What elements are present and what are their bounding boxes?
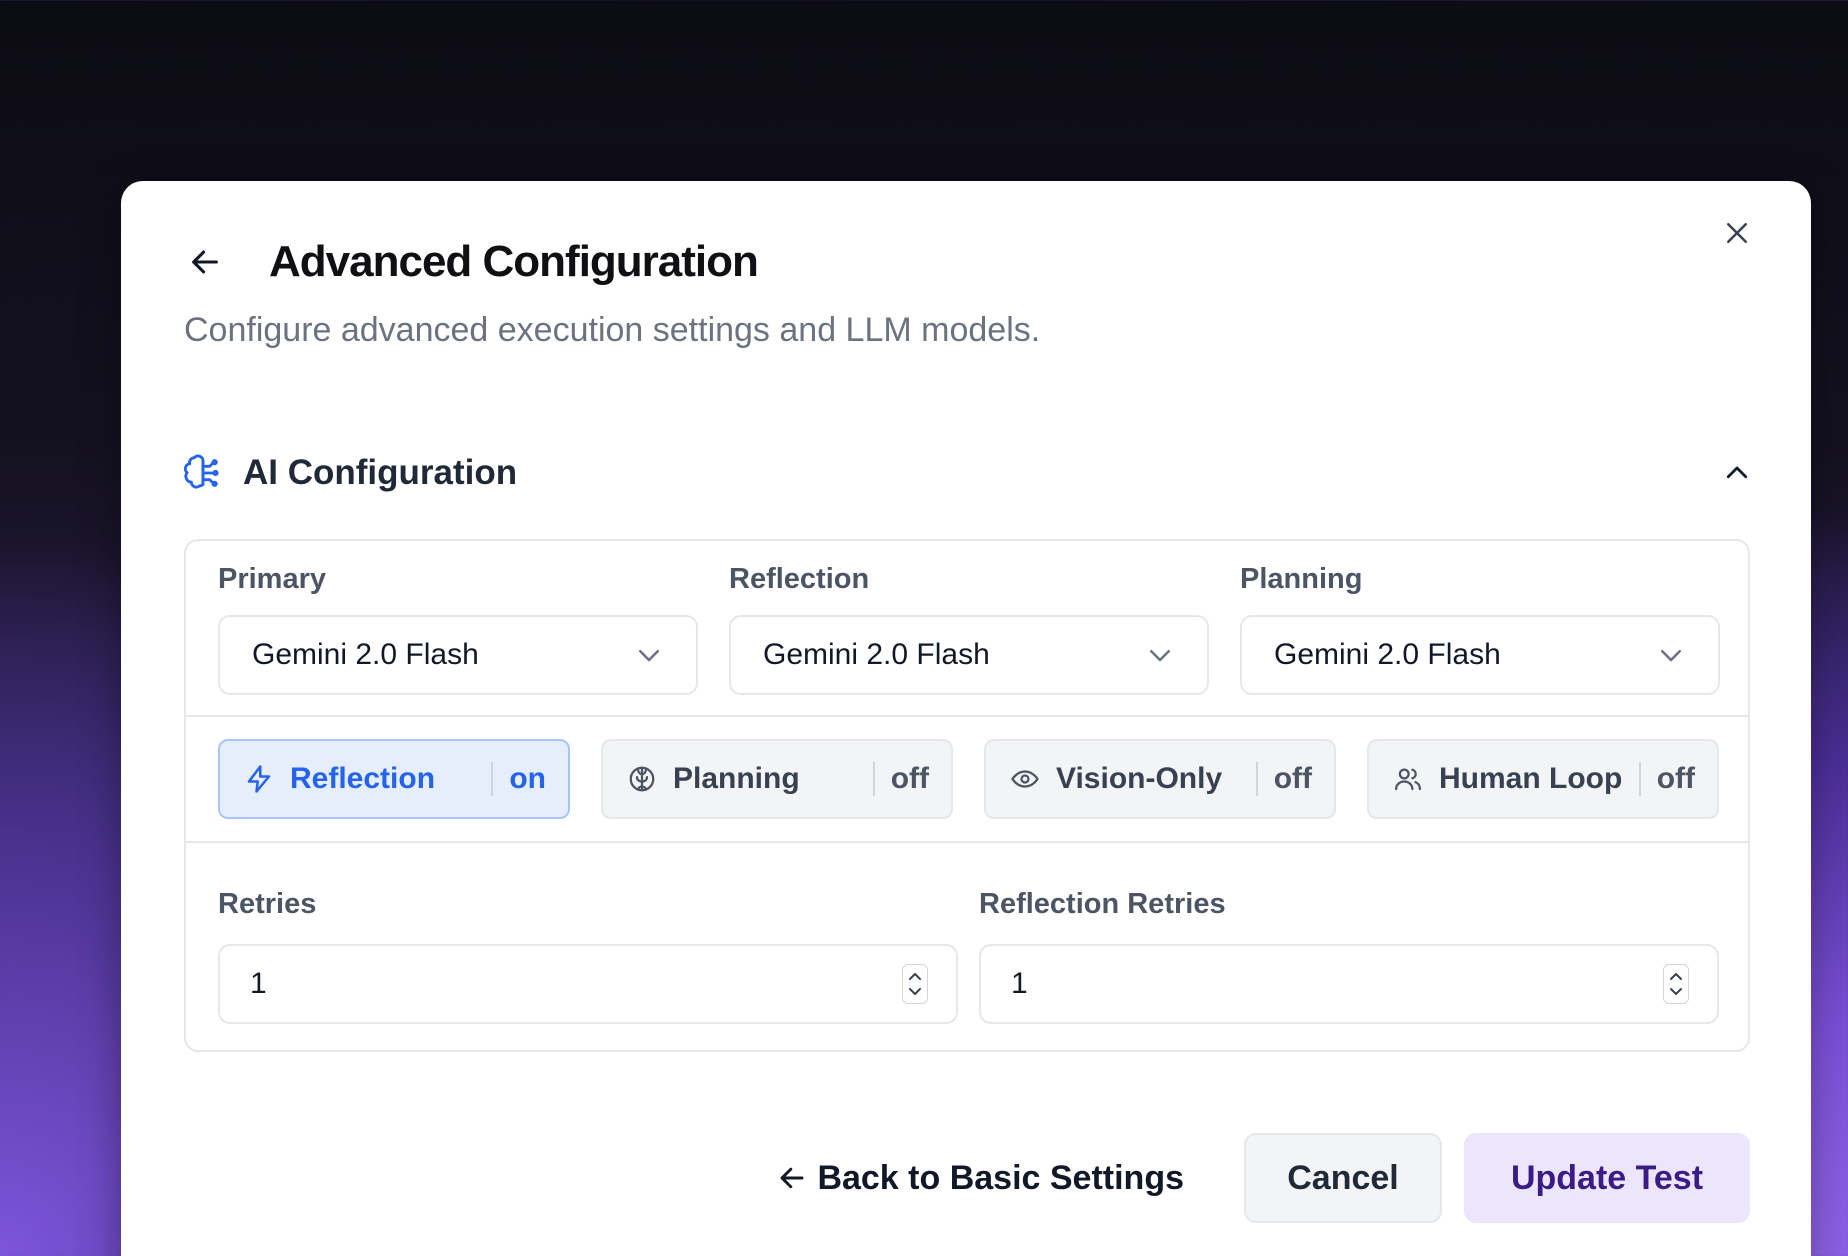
toggle-state: off	[890, 762, 929, 795]
arrow-left-icon	[777, 1163, 807, 1193]
select-value: Gemini 2.0 Flash	[1274, 638, 1501, 671]
toggle-separator	[872, 762, 875, 796]
users-icon	[1391, 762, 1425, 796]
feature-toggles: Reflection on Planning off Vision-Only o…	[186, 717, 1748, 841]
number-stepper[interactable]	[1663, 964, 1689, 1004]
brain-icon	[625, 762, 659, 796]
close-button[interactable]	[1717, 213, 1757, 253]
update-test-button[interactable]: Update Test	[1464, 1133, 1750, 1223]
collapse-button[interactable]	[1717, 453, 1757, 493]
section-title: AI Configuration	[243, 453, 518, 492]
arrow-left-icon	[192, 250, 218, 274]
reflection-retries-field: Reflection Retries 1	[979, 888, 1719, 1024]
chevron-down-icon	[1661, 650, 1681, 662]
input-value: 1	[250, 967, 267, 1000]
model-selectors: Primary Gemini 2.0 Flash Reflection Gemi…	[186, 541, 1748, 716]
toggle-separator	[491, 762, 494, 796]
toggle-label: Human Loop	[1439, 762, 1623, 795]
ai-configuration-header[interactable]: AI Configuration	[183, 443, 1757, 503]
select-value: Gemini 2.0 Flash	[252, 638, 479, 671]
toggle-label: Reflection	[290, 762, 436, 795]
field-label: Reflection Retries	[979, 888, 1226, 920]
toggle-separator	[1638, 762, 1641, 796]
toggle-state: off	[1656, 762, 1695, 795]
back-link-label: Back to Basic Settings	[817, 1158, 1184, 1197]
dialog-footer: Back to Basic Settings Cancel Update Tes…	[777, 1133, 1750, 1223]
toggle-label: Vision-Only	[1056, 762, 1223, 795]
toggle-separator	[1255, 762, 1258, 796]
retries-field: Retries 1	[218, 888, 958, 1024]
chevron-down-icon	[639, 650, 659, 662]
back-button[interactable]	[185, 242, 225, 282]
stepper-arrows-icon	[1670, 973, 1682, 995]
reflection-model-field: Reflection Gemini 2.0 Flash	[729, 563, 1209, 695]
field-label: Planning	[1240, 563, 1363, 595]
toggle-label: Planning	[673, 762, 800, 795]
chevron-up-icon	[1726, 466, 1748, 479]
dialog-title: Advanced Configuration	[269, 237, 759, 286]
number-stepper[interactable]	[902, 964, 928, 1004]
select-value: Gemini 2.0 Flash	[763, 638, 990, 671]
toggle-vision-only[interactable]: Vision-Only off	[984, 739, 1336, 819]
field-label: Reflection	[729, 563, 870, 595]
brain-circuit-icon	[183, 454, 219, 489]
back-to-basic-settings-link[interactable]: Back to Basic Settings	[777, 1159, 1184, 1198]
cancel-button[interactable]: Cancel	[1244, 1133, 1442, 1223]
lightning-icon	[242, 762, 276, 796]
reflection-model-select[interactable]: Gemini 2.0 Flash	[729, 615, 1209, 695]
toggle-state: on	[509, 762, 546, 795]
chevron-down-icon	[1150, 650, 1170, 662]
planning-model-field: Planning Gemini 2.0 Flash	[1240, 563, 1720, 695]
ai-configuration-card: Primary Gemini 2.0 Flash Reflection Gemi…	[184, 539, 1750, 1052]
primary-model-select[interactable]: Gemini 2.0 Flash	[218, 615, 698, 695]
retries-section: Retries 1 Reflection Retries 1	[186, 842, 1748, 1054]
field-label: Retries	[218, 888, 317, 920]
dialog-header: Advanced Configuration	[185, 237, 759, 287]
stepper-arrows-icon	[909, 973, 921, 995]
retries-input[interactable]: 1	[218, 944, 958, 1024]
reflection-retries-input[interactable]: 1	[979, 944, 1719, 1024]
field-label: Primary	[218, 563, 327, 595]
toggle-state: off	[1273, 762, 1312, 795]
toggle-planning[interactable]: Planning off	[601, 739, 953, 819]
eye-icon	[1008, 762, 1042, 796]
dialog-subtitle: Configure advanced execution settings an…	[184, 311, 1041, 349]
input-value: 1	[1011, 967, 1028, 1000]
close-icon	[1727, 223, 1747, 243]
toggle-reflection[interactable]: Reflection on	[218, 739, 570, 819]
toggle-human-loop[interactable]: Human Loop off	[1367, 739, 1719, 819]
advanced-config-dialog: Advanced Configuration Configure advance…	[121, 181, 1811, 1256]
planning-model-select[interactable]: Gemini 2.0 Flash	[1240, 615, 1720, 695]
primary-model-field: Primary Gemini 2.0 Flash	[218, 563, 698, 695]
